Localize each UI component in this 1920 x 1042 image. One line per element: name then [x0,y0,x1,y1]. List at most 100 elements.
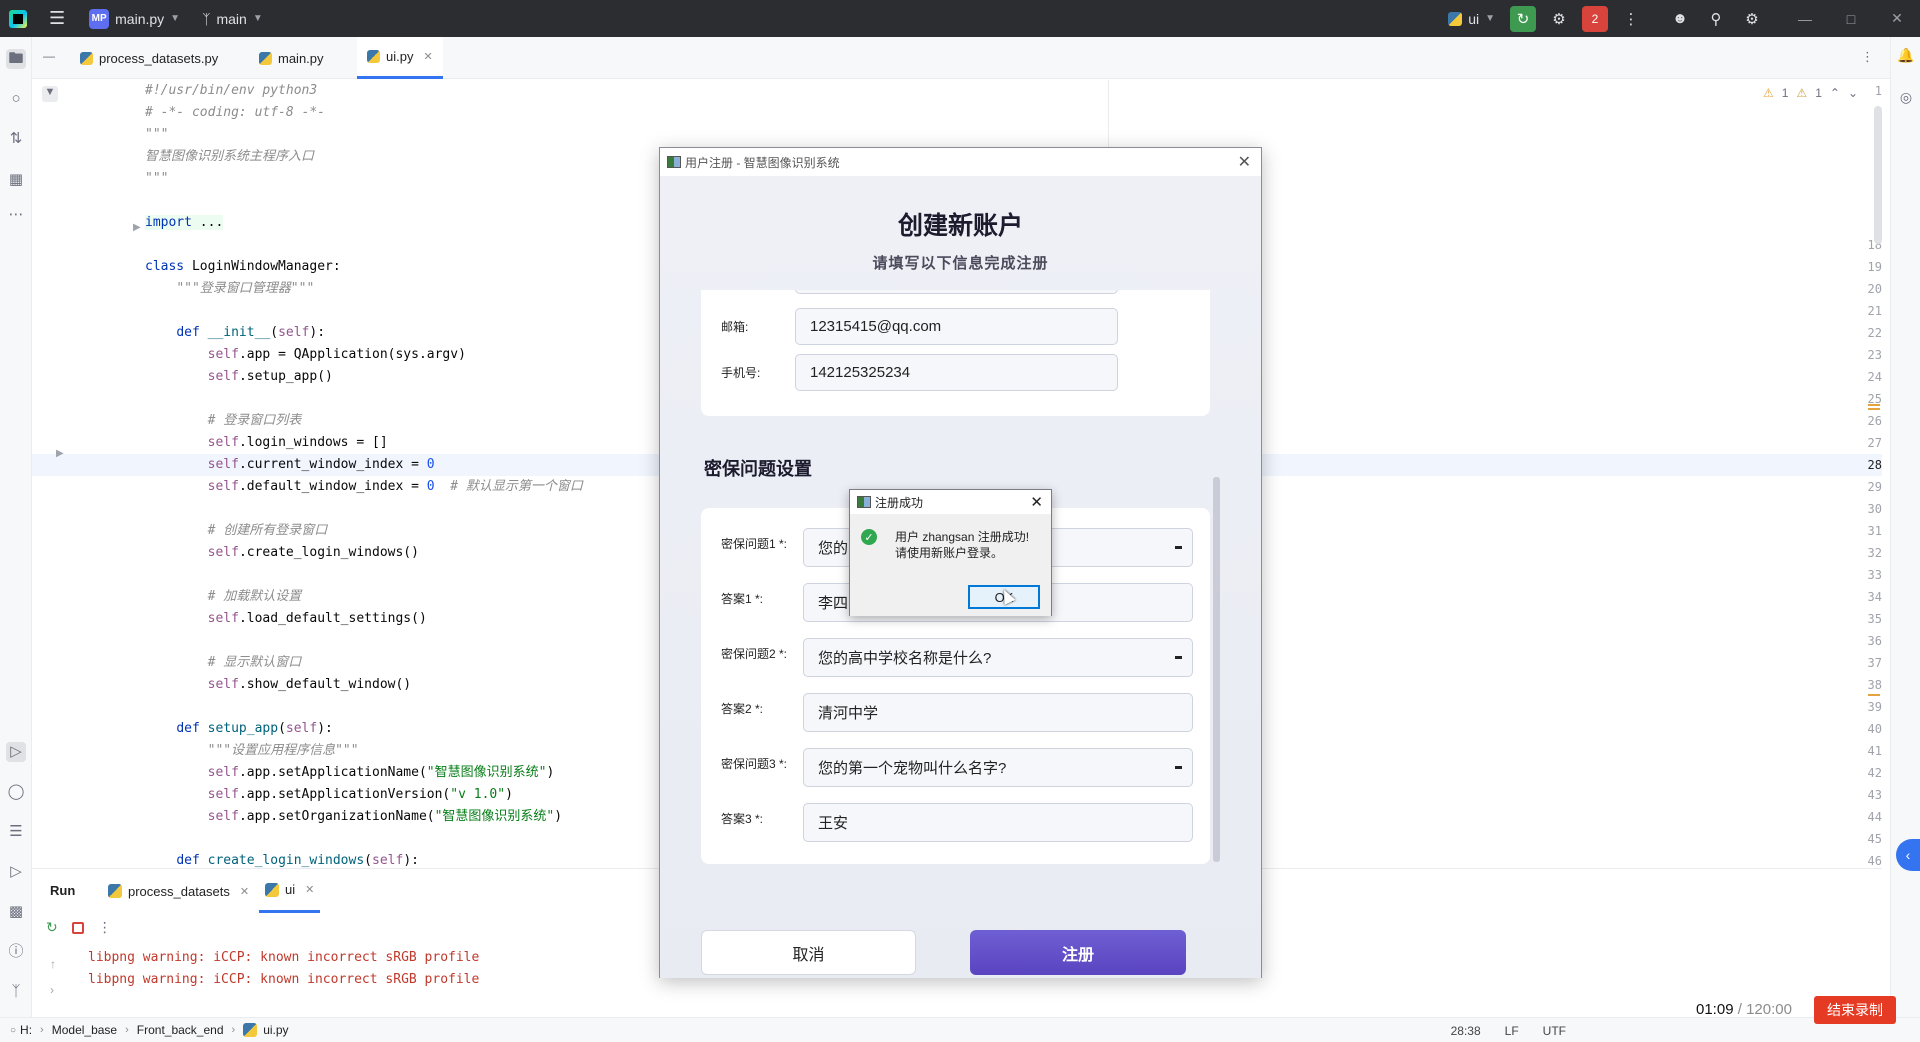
services-icon[interactable]: ▷ [6,862,26,882]
rerun-icon[interactable]: ↻ [46,919,58,936]
project-badge-icon[interactable]: MP [89,8,110,29]
debug-button[interactable]: ⚙ [1546,6,1572,32]
problems-icon[interactable]: ⓘ [6,942,26,962]
code-line[interactable]: import ... [145,212,224,234]
side-panel-toggle-icon[interactable]: ‹ [1896,839,1920,871]
search-icon[interactable]: ⚲ [1703,6,1729,32]
inspections-widget[interactable]: ⚠ 1 ⚠ 1 ⌃ ⌄ [1763,86,1858,100]
phone-field[interactable]: 142125325234 [795,354,1118,391]
code-line[interactable]: #!/usr/bin/env python3 [145,80,317,102]
close-tab-icon[interactable]: ✕ [423,50,432,63]
a3-field[interactable]: 王安 [803,803,1193,842]
git-icon[interactable]: ᛉ [6,982,26,1002]
email-field[interactable]: 12315415@qq.com [795,308,1118,345]
project-selector[interactable]: main.py [115,11,164,27]
maximize-button[interactable]: □ [1828,11,1874,27]
layers-icon[interactable]: ☰ [6,822,26,842]
close-tab-icon[interactable]: ✕ [240,885,249,898]
code-line[interactable]: self.show_default_window() [145,674,412,696]
code-line[interactable]: # 创建所有登录窗口 [145,520,328,542]
a2-field[interactable]: 清河中学 [803,693,1193,732]
code-line[interactable]: self.login_windows = [] [145,432,388,454]
cursor-position[interactable]: 28:38 [1451,1024,1481,1038]
code-line[interactable]: """ [145,124,168,146]
project-folder-icon[interactable]: 🖿 [6,49,26,69]
code-line[interactable]: self.app.setApplicationVersion("v 1.0") [145,784,513,806]
next-highlight-icon[interactable]: ⌄ [1848,86,1858,100]
notifications-bell-icon[interactable]: 🔔 [1897,47,1915,65]
close-window-button[interactable]: ✕ [1874,10,1920,27]
fold-expand-icon[interactable]: ▶ [133,222,141,233]
file-encoding[interactable]: UTF [1543,1024,1566,1038]
expand-icon[interactable]: › [50,983,54,997]
close-tab-icon[interactable]: ✕ [305,883,314,896]
tab-options-icon[interactable]: ⋮ [1861,49,1874,65]
run-tool-icon[interactable]: ▷ [6,742,26,762]
tab-process-datasets[interactable]: process_datasets.py [70,37,228,79]
line-separator[interactable]: LF [1505,1024,1519,1038]
editor-scrollbar[interactable] [1874,106,1882,244]
code-line[interactable]: """ [145,168,168,190]
code-line[interactable]: class LoginWindowManager: [145,256,341,278]
terminal-icon[interactable]: ▩ [6,902,26,922]
breadcrumb-item[interactable]: ui.py [263,1023,288,1037]
settings-gear-icon[interactable]: ⚙ [1739,6,1765,32]
breadcrumb-item[interactable]: Front_back_end [137,1023,224,1037]
prev-highlight-icon[interactable]: ⌃ [1830,86,1840,100]
code-line[interactable]: # 加载默认设置 [145,586,302,608]
code-line[interactable]: # 登录窗口列表 [145,410,302,432]
branch-selector[interactable]: main [216,11,246,27]
code-line[interactable]: self.current_window_index = 0 [145,454,435,476]
code-line[interactable]: def __init__(self): [145,322,325,344]
code-line[interactable]: self.default_window_index = 0 # 默认显示第一个窗… [145,476,583,498]
code-line[interactable]: self.create_login_windows() [145,542,419,564]
run-tab-ui[interactable]: ui ✕ [259,869,321,913]
ide-logo-icon[interactable] [9,9,27,28]
code-line[interactable]: self.app.setOrganizationName("智慧图像识别系统") [145,806,562,828]
gutter-arrow-icon[interactable]: ▶ [56,448,64,459]
breadcrumb-item[interactable]: H: [20,1023,32,1037]
scroll-up-icon[interactable]: ↑ [50,957,56,971]
breadcrumb-item[interactable]: Model_base [52,1023,117,1037]
code-line[interactable]: """登录窗口管理器""" [145,278,314,300]
cancel-button[interactable]: 取消 [701,930,916,975]
more-options-icon[interactable]: ⋮ [98,919,112,936]
close-icon[interactable]: ✕ [1030,493,1043,511]
code-line[interactable]: 智慧图像识别系统主程序入口 [145,146,314,168]
q2-select[interactable]: 您的高中学校名称是什么? [803,638,1193,677]
run-configuration-selector[interactable]: ui ▼ [1448,11,1495,27]
git-branch-icon[interactable]: ᛉ [202,11,210,27]
run-tab-process-datasets[interactable]: process_datasets ✕ [102,869,255,913]
main-menu-icon[interactable]: ☰ [49,8,65,29]
collapse-all-icon[interactable]: — [43,49,55,63]
code-line[interactable]: def setup_app(self): [145,718,333,740]
register-button[interactable]: 注册 [970,930,1186,975]
code-line[interactable]: # 显示默认窗口 [145,652,302,674]
tab-main[interactable]: main.py [249,37,334,79]
pull-requests-icon[interactable]: ⇅ [6,129,26,149]
chevron-down-icon[interactable]: ▼ [170,13,180,24]
chevron-down-icon[interactable]: ▼ [253,13,263,24]
stop-recording-button[interactable]: 结束录制 [1814,996,1896,1024]
previous-field[interactable] [795,290,1118,294]
code-line[interactable]: self.load_default_settings() [145,608,427,630]
code-line[interactable]: def create_login_windows(self): [145,850,419,868]
rerun-button[interactable]: ↻ [1510,5,1536,32]
stop-icon[interactable] [71,921,84,934]
python-console-icon[interactable]: ◯ [6,782,26,802]
q3-select[interactable]: 您的第一个宠物叫什么名字? [803,748,1193,787]
fold-toggle-icon[interactable]: ▼ [42,86,58,102]
ai-assistant-icon[interactable]: ◎ [1897,89,1915,107]
minimize-button[interactable]: — [1782,11,1828,27]
code-line[interactable]: self.app = QApplication(sys.argv) [145,344,466,366]
code-line[interactable]: self.app.setApplicationName("智慧图像识别系统") [145,762,555,784]
tab-ui[interactable]: ui.py ✕ [357,37,443,79]
form-scrollbar[interactable] [1213,477,1220,862]
more-actions-icon[interactable]: ⋮ [1618,6,1644,32]
code-line[interactable]: """设置应用程序信息""" [145,740,359,762]
commit-icon[interactable]: ○ [6,89,26,109]
more-tools-icon[interactable]: ⋯ [6,205,26,225]
close-icon[interactable]: ✕ [1238,152,1251,172]
code-line[interactable]: self.setup_app() [145,366,333,388]
structure-icon[interactable]: ▦ [6,170,26,190]
